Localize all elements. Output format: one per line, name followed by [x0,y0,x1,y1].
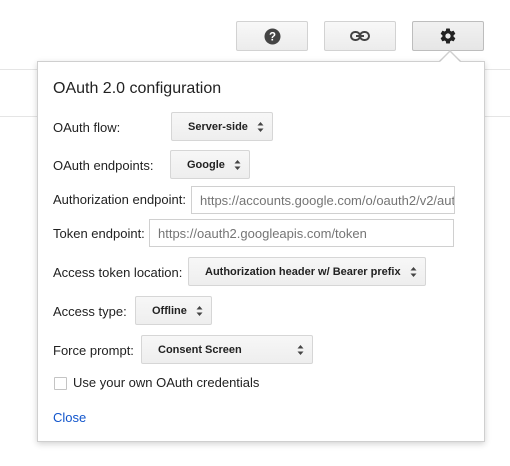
own-credentials-label[interactable]: Use your own OAuth credentials [73,375,259,390]
oauth-flow-select[interactable]: Server-side [171,112,273,141]
authorization-endpoint-label: Authorization endpoint: [53,192,186,207]
authorization-endpoint-input[interactable]: https://accounts.google.com/o/oauth2/v2/… [191,186,455,214]
access-token-location-select[interactable]: Authorization header w/ Bearer prefix [188,257,426,286]
svg-text:?: ? [268,31,275,43]
token-endpoint-label: Token endpoint: [53,226,145,241]
access-token-location-label: Access token location: [53,265,183,280]
force-prompt-label: Force prompt: [53,343,134,358]
popup-caret [440,52,460,62]
help-button[interactable]: ? [236,21,308,51]
help-icon: ? [264,28,280,44]
access-type-label: Access type: [53,304,127,319]
token-endpoint-input[interactable]: https://oauth2.googleapis.com/token [149,219,454,247]
select-arrows-icon [196,306,203,316]
select-arrows-icon [297,345,304,355]
gear-icon [440,28,456,44]
oauth-flow-value: Server-side [188,120,248,133]
oauth-flow-label: OAuth flow: [53,120,121,135]
link-button[interactable] [324,21,396,51]
force-prompt-value: Consent Screen [158,343,242,356]
select-arrows-icon [234,160,241,170]
access-type-select[interactable]: Offline [135,296,212,325]
oauth-endpoints-select[interactable]: Google [170,150,250,179]
settings-button[interactable] [412,21,484,51]
link-icon [350,31,370,41]
select-arrows-icon [257,122,264,132]
popup-title: OAuth 2.0 configuration [53,80,222,97]
access-type-value: Offline [152,304,187,317]
oauth-config-popup: OAuth 2.0 configuration OAuth flow: Serv… [37,61,485,442]
close-link[interactable]: Close [53,410,86,425]
access-token-location-value: Authorization header w/ Bearer prefix [205,265,401,278]
oauth-endpoints-value: Google [187,158,225,171]
oauth-endpoints-label: OAuth endpoints: [53,158,154,173]
own-credentials-checkbox[interactable] [54,377,67,390]
select-arrows-icon [410,267,417,277]
force-prompt-select[interactable]: Consent Screen [141,335,313,364]
